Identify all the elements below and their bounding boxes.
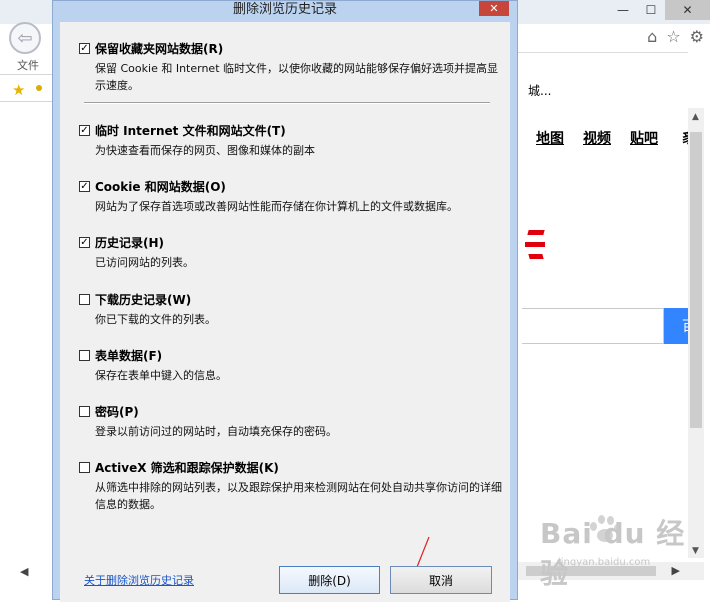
option-label[interactable]: ActiveX 筛选和跟踪保护数据(K) [95,459,279,476]
option-label[interactable]: 下载历史记录(W) [95,291,191,308]
option-description: 网站为了保存首选项或改善网站性能而存储在你计算机上的文件或数据库。 [95,200,458,213]
checkbox-cookies[interactable]: ✓ [79,181,90,192]
cancel-button[interactable]: 取消 [390,566,492,594]
option-description: 为快速查看而保存的网页、图像和媒体的副本 [95,144,315,157]
option-description: 已访问网站的列表。 [95,256,194,269]
option-activex: ActiveX 筛选和跟踪保护数据(K) 从筛选中排除的网站列表，以及跟踪保护用… [79,459,505,513]
dialog-body: ✓ 保留收藏夹网站数据(R) 保留 Cookie 和 Internet 临时文件… [60,22,510,602]
back-button[interactable]: ⇦ [9,22,41,54]
checkbox-form-data[interactable] [79,350,90,361]
divider [84,102,490,104]
page-text[interactable]: 城... [528,82,551,99]
option-label[interactable]: 临时 Internet 文件和网站文件(T) [95,122,286,139]
option-description: 保存在表单中键入的信息。 [95,369,227,382]
option-preserve-favorites: ✓ 保留收藏夹网站数据(R) 保留 Cookie 和 Internet 临时文件… [79,40,505,94]
option-label[interactable]: Cookie 和网站数据(O) [95,178,226,195]
minimize-button[interactable]: — [609,0,637,20]
option-description: 你已下载的文件的列表。 [95,313,216,326]
option-description: 保留 Cookie 和 Internet 临时文件，以使你收藏的网站能够保存偏好… [95,62,498,92]
scroll-left-icon[interactable]: ◀ [20,565,28,578]
menu-file[interactable]: 文件 [17,57,39,73]
checkbox-activex[interactable] [79,462,90,473]
gear-icon[interactable]: ⚙ [690,27,704,46]
about-delete-history-link[interactable]: 关于删除浏览历史记录 [84,572,194,588]
watermark-url: jingyan.baidu.com [558,557,651,568]
scrollbar-thumb[interactable] [690,132,702,428]
divider [518,52,688,53]
nav-link-map[interactable]: 地图 [536,128,564,148]
nav-link-tieba[interactable]: 贴吧 [630,128,658,148]
window-close-button[interactable]: ✕ [665,0,710,20]
vertical-scrollbar[interactable]: ▲ ▼ [688,108,704,558]
option-label[interactable]: 密码(P) [95,403,139,420]
browser-toolbar: ⌂ ☆ ⚙ [647,27,704,46]
favorites-star-icon[interactable]: ★ [12,81,25,99]
dialog-title: 删除浏览历史记录 [232,2,337,17]
checkbox-passwords[interactable] [79,406,90,417]
back-arrow-icon: ⇦ [17,27,33,49]
option-label[interactable]: 历史记录(H) [95,234,164,251]
watermark: Bai du 经验 [540,517,686,590]
divider [0,101,52,102]
favorites-bar-icon[interactable] [36,85,42,91]
delete-button[interactable]: 删除(D) [279,566,380,594]
option-cookies: ✓ Cookie 和网站数据(O) 网站为了保存首选项或改善网站性能而存储在你计… [79,178,505,215]
dialog-close-button[interactable]: ✕ [479,1,509,16]
baidu-logo [525,228,547,268]
checkbox-preserve-favorites[interactable]: ✓ [79,43,90,54]
option-description: 从筛选中排除的网站列表，以及跟踪保护用来检测网站在何处自动共享你访问的详细信息的… [95,481,502,511]
checkbox-history[interactable]: ✓ [79,237,90,248]
nav-link-video[interactable]: 视频 [583,128,611,148]
divider [0,74,52,75]
checkbox-temp-files[interactable]: ✓ [79,125,90,136]
page-nav: 地图 视频 贴吧 [536,128,658,148]
option-download-history: 下载历史记录(W) 你已下载的文件的列表。 [79,291,505,328]
option-form-data: 表单数据(F) 保存在表单中键入的信息。 [79,347,505,384]
search-input[interactable] [522,308,664,344]
checkbox-download-history[interactable] [79,294,90,305]
option-history: ✓ 历史记录(H) 已访问网站的列表。 [79,234,505,271]
option-passwords: 密码(P) 登录以前访问过的网站时，自动填充保存的密码。 [79,403,505,440]
window-controls: — ☐ ✕ [609,0,710,20]
favorites-icon[interactable]: ☆ [666,27,680,46]
option-description: 登录以前访问过的网站时，自动填充保存的密码。 [95,425,337,438]
search-button[interactable]: 百 [664,308,696,344]
option-temp-files: ✓ 临时 Internet 文件和网站文件(T) 为快速查看而保存的网页、图像和… [79,122,505,159]
option-label[interactable]: 表单数据(F) [95,347,162,364]
option-label[interactable]: 保留收藏夹网站数据(R) [95,40,223,57]
scroll-up-icon[interactable]: ▲ [692,112,699,122]
home-icon[interactable]: ⌂ [647,27,657,46]
maximize-button[interactable]: ☐ [637,0,665,20]
delete-history-dialog: 删除浏览历史记录 ✕ ✓ 保留收藏夹网站数据(R) 保留 Cookie 和 In… [52,0,518,602]
